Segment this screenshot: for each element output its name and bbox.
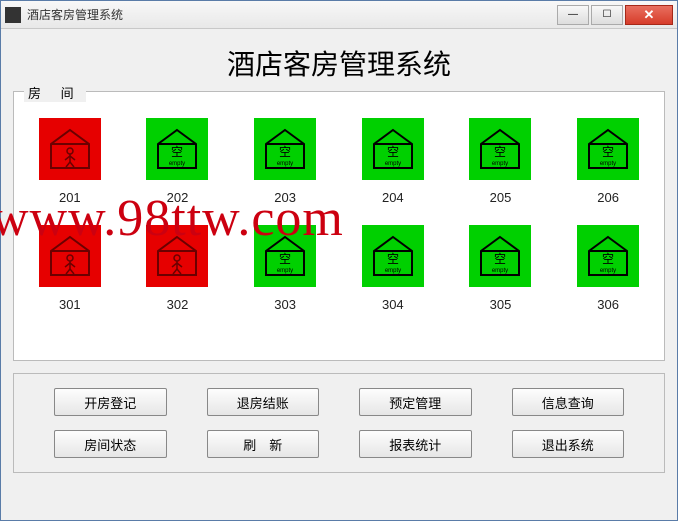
- svg-text:empty: empty: [277, 268, 293, 274]
- exit-button[interactable]: 退出系统: [512, 430, 625, 458]
- room-cell-206[interactable]: 空 empty 206: [566, 118, 650, 205]
- house-empty-icon: 空 empty: [263, 127, 307, 171]
- rooms-panel: 房 间 201空empty202空empty203空empty204空empty…: [13, 91, 665, 361]
- checkout-button[interactable]: 退房结账: [207, 388, 320, 416]
- rooms-panel-label: 房 间: [24, 83, 86, 102]
- svg-text:空: 空: [279, 252, 291, 266]
- room-cell-302[interactable]: 302: [136, 225, 220, 312]
- maximize-button[interactable]: ☐: [591, 5, 623, 25]
- room-icon-box: 空 empty: [254, 225, 316, 287]
- house-empty-icon: 空 empty: [586, 234, 630, 278]
- app-window: 酒店客房管理系统 — ☐ ✕ 酒店客房管理系统 房 间 201 空 empty 202…: [0, 0, 678, 521]
- query-button[interactable]: 信息查询: [512, 388, 625, 416]
- house-occupied-icon: [155, 234, 199, 278]
- room-cell-301[interactable]: 301: [28, 225, 112, 312]
- room-cell-205[interactable]: 空 empty 205: [459, 118, 543, 205]
- svg-text:empty: empty: [600, 268, 616, 274]
- house-empty-icon: 空 empty: [478, 234, 522, 278]
- room-icon-box: [39, 118, 101, 180]
- room-icon-box: 空 empty: [146, 118, 208, 180]
- room-grid: 201空empty202空empty203空empty204空empty205空…: [28, 118, 650, 312]
- room-cell-306[interactable]: 空 empty 306: [566, 225, 650, 312]
- house-occupied-icon: [48, 234, 92, 278]
- titlebar: 酒店客房管理系统 — ☐ ✕: [1, 1, 677, 29]
- room-icon-box: 空 empty: [469, 225, 531, 287]
- room-icon-box: 空 empty: [577, 118, 639, 180]
- svg-text:空: 空: [387, 145, 399, 159]
- svg-text:empty: empty: [385, 161, 401, 167]
- house-empty-icon: 空 empty: [263, 234, 307, 278]
- house-empty-icon: 空 empty: [155, 127, 199, 171]
- room-number-label: 205: [490, 190, 512, 205]
- room-number-label: 304: [382, 297, 404, 312]
- room-icon-box: 空 empty: [469, 118, 531, 180]
- svg-text:空: 空: [494, 252, 506, 266]
- window-controls: — ☐ ✕: [555, 5, 673, 25]
- room-icon-box: 空 empty: [362, 118, 424, 180]
- room-cell-304[interactable]: 空 empty 304: [351, 225, 435, 312]
- svg-text:空: 空: [602, 145, 614, 159]
- room-icon-box: [146, 225, 208, 287]
- report-button[interactable]: 报表统计: [359, 430, 472, 458]
- room-cell-303[interactable]: 空 empty 303: [243, 225, 327, 312]
- room-cell-201[interactable]: 201: [28, 118, 112, 205]
- svg-text:empty: empty: [277, 161, 293, 167]
- room-number-label: 204: [382, 190, 404, 205]
- room-cell-204[interactable]: 空 empty 204: [351, 118, 435, 205]
- svg-text:empty: empty: [492, 161, 508, 167]
- room-icon-box: 空 empty: [577, 225, 639, 287]
- refresh-button[interactable]: 刷 新: [207, 430, 320, 458]
- svg-text:empty: empty: [169, 161, 185, 167]
- house-empty-icon: 空 empty: [371, 234, 415, 278]
- room-number-label: 306: [597, 297, 619, 312]
- house-empty-icon: 空 empty: [586, 127, 630, 171]
- room-icon-box: [39, 225, 101, 287]
- room-number-label: 305: [490, 297, 512, 312]
- checkin-button[interactable]: 开房登记: [54, 388, 167, 416]
- svg-text:empty: empty: [385, 268, 401, 274]
- svg-text:空: 空: [279, 145, 291, 159]
- svg-text:empty: empty: [492, 268, 508, 274]
- room-number-label: 203: [274, 190, 296, 205]
- room-cell-305[interactable]: 空 empty 305: [459, 225, 543, 312]
- house-occupied-icon: [48, 127, 92, 171]
- room-icon-box: 空 empty: [362, 225, 424, 287]
- reservation-button[interactable]: 预定管理: [359, 388, 472, 416]
- room-cell-203[interactable]: 空 empty 203: [243, 118, 327, 205]
- room-number-label: 202: [167, 190, 189, 205]
- room-status-button[interactable]: 房间状态: [54, 430, 167, 458]
- content-area: 酒店客房管理系统 房 间 201 空 empty 202 空 empty 203 空 empty…: [1, 29, 677, 520]
- button-panel: 开房登记 退房结账 预定管理 信息查询 房间状态 刷 新 报表统计 退出系统: [13, 373, 665, 473]
- window-title: 酒店客房管理系统: [27, 6, 555, 23]
- house-empty-icon: 空 empty: [478, 127, 522, 171]
- svg-text:空: 空: [387, 252, 399, 266]
- room-number-label: 303: [274, 297, 296, 312]
- app-icon: [5, 7, 21, 23]
- room-number-label: 302: [167, 297, 189, 312]
- room-number-label: 206: [597, 190, 619, 205]
- svg-text:空: 空: [602, 252, 614, 266]
- svg-text:empty: empty: [600, 161, 616, 167]
- close-button[interactable]: ✕: [625, 5, 673, 25]
- svg-text:空: 空: [171, 145, 183, 159]
- room-icon-box: 空 empty: [254, 118, 316, 180]
- minimize-button[interactable]: —: [557, 5, 589, 25]
- room-number-label: 301: [59, 297, 81, 312]
- svg-text:空: 空: [494, 145, 506, 159]
- room-number-label: 201: [59, 190, 81, 205]
- house-empty-icon: 空 empty: [371, 127, 415, 171]
- room-cell-202[interactable]: 空 empty 202: [136, 118, 220, 205]
- page-title: 酒店客房管理系统: [13, 43, 665, 83]
